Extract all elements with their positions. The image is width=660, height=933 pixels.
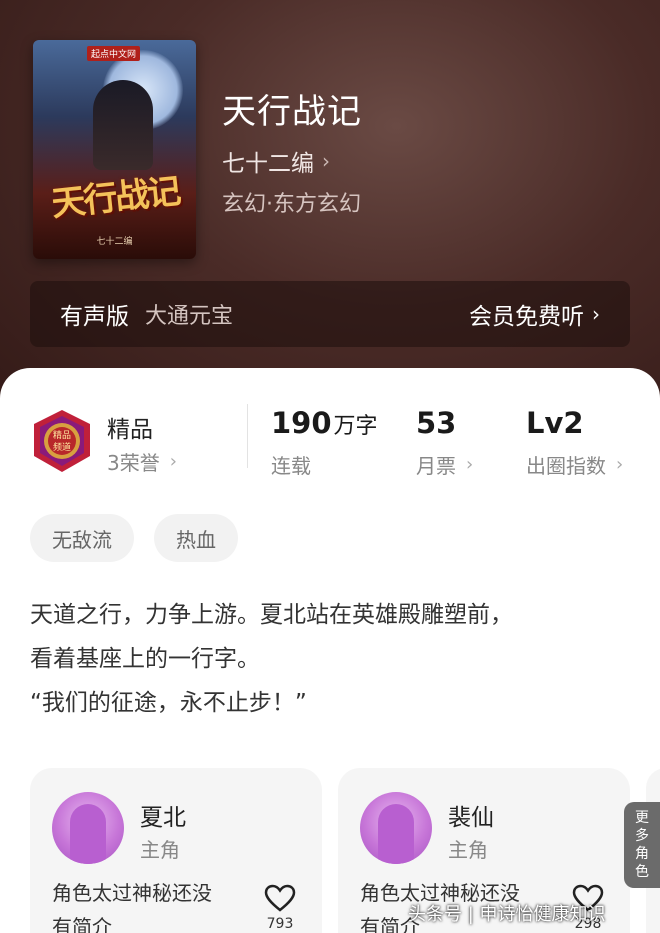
word-count-value: 190 [271,406,332,440]
character-avatar [360,792,432,864]
like-count: 793 [266,916,294,932]
chevron-right-icon: › [616,454,624,475]
svg-text:频道: 频道 [53,441,71,453]
serial-status: 连载 [271,454,311,478]
circle-index-label: 出圈指数 [526,454,606,478]
synopsis-line: 天道之行，力争上游。夏北站在英雄殿雕塑前， [30,602,513,628]
circle-index-link[interactable]: 出圈指数 › [526,450,623,479]
audio-narrator: 大通元宝 [145,304,234,329]
character-name: 裴仙 [448,805,494,831]
more-characters-char: 色 [635,864,649,880]
svg-text:精品: 精品 [53,429,71,441]
author-link[interactable]: 七十二编 › [222,144,330,178]
book-title: 天行战记 [222,92,362,132]
tag-chip[interactable]: 热血 [154,514,238,562]
source-watermark: 头条号 | 申诗怡健康知识 [408,904,606,925]
heart-icon [264,884,296,912]
book-genre: 玄幻·东方玄幻 [222,192,361,217]
synopsis-line: 看着基座上的一行字。 [30,646,260,672]
audio-version-bar[interactable]: 有声版 大通元宝 会员免费听 › [30,281,630,347]
chevron-right-icon: › [322,149,330,173]
book-synopsis[interactable]: 天道之行，力争上游。夏北站在英雄殿雕塑前， 看着基座上的一行字。 “我们的征途，… [30,593,630,725]
character-description: 角色太过神秘还没 有简介 [52,881,212,933]
audio-label: 有声版 [60,304,129,330]
character-avatar [52,792,124,864]
cover-title-art: 天行战记 [49,171,182,225]
cover-publisher-logo: 起点中文网 [87,46,141,61]
listen-free-label: 会员免费听 [469,304,584,330]
monthly-tickets-link[interactable]: 月票 › [416,450,473,479]
tag-chip[interactable]: 无敌流 [30,514,134,562]
more-characters-char: 多 [635,828,649,844]
like-button[interactable]: 793 [262,884,298,932]
more-characters-char: 更 [635,810,649,826]
book-cover[interactable]: 起点中文网 天行战记 七十二编 [33,40,196,259]
premium-badge-icon[interactable]: 精品 频道 [30,408,94,474]
author-name: 七十二编 [222,151,314,177]
character-card[interactable]: 夏北 主角 角色太过神秘还没 有简介 793 [30,768,322,933]
character-role: 主角 [140,838,180,862]
honors-text: 3荣誉 [107,451,160,475]
monthly-tickets-label: 月票 [416,454,456,478]
cover-author-text: 七十二编 [96,237,133,247]
listen-free-button[interactable]: 会员免费听 › [469,297,600,331]
cover-figure-art [93,80,153,170]
chevron-right-icon: › [169,451,177,472]
character-role: 主角 [448,838,488,862]
badge-title: 精品 [107,417,153,443]
word-count: 190万字 [271,406,378,440]
synopsis-line: “我们的征途，永不止步！” [30,690,307,716]
word-count-unit: 万字 [333,414,378,439]
stats-divider [247,404,248,468]
chevron-right-icon: › [592,302,600,326]
monthly-tickets-value: 53 [416,406,457,440]
circle-index-value: Lv2 [526,406,584,440]
chevron-right-icon: › [466,454,474,475]
character-name: 夏北 [140,805,186,831]
honors-link[interactable]: 3荣誉 › [107,447,177,476]
more-characters-char: 角 [635,846,649,862]
more-characters-button[interactable]: 更 多 角 色 [624,802,660,888]
